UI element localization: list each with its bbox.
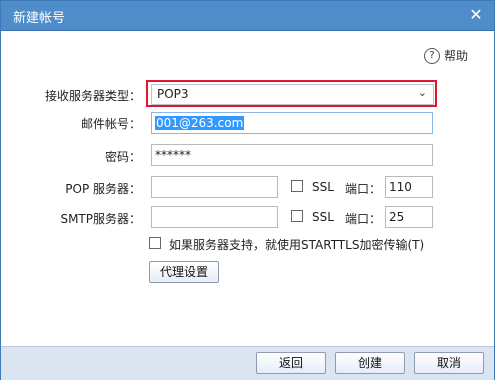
email-field[interactable]: 001@263.com	[151, 112, 433, 134]
footer-bar: 返回 创建 取消	[1, 346, 494, 380]
email-value: 001@263.com	[155, 116, 245, 130]
server-type-select[interactable]: POP3 ⌄	[151, 84, 434, 105]
starttls-label: 如果服务器支持，就使用STARTTLS加密传输(T)	[169, 238, 425, 252]
chevron-down-icon[interactable]: ⌄	[418, 86, 427, 99]
smtp-server-label: SMTP服务器：	[60, 212, 141, 226]
title-bar[interactable]: 新建帐号 ✕	[1, 1, 494, 31]
smtp-port-label: 端口：	[345, 212, 382, 226]
proxy-settings-button[interactable]: 代理设置	[149, 261, 219, 283]
question-circle-icon: ?	[424, 47, 440, 64]
close-icon[interactable]: ✕	[467, 6, 485, 24]
help-label: 帮助	[444, 49, 469, 63]
starttls-checkbox[interactable]	[149, 237, 161, 249]
help-link[interactable]: ? 帮助	[424, 47, 468, 64]
server-type-value: POP3	[157, 87, 189, 101]
smtp-ssl-label: SSL	[312, 210, 334, 224]
pop-port-value: 110	[389, 180, 412, 194]
create-button[interactable]: 创建	[335, 352, 405, 374]
cancel-button[interactable]: 取消	[414, 352, 484, 374]
password-label: 密码：	[104, 150, 141, 164]
smtp-port-value: 25	[389, 210, 405, 224]
window-title: 新建帐号	[13, 11, 66, 26]
pop-port-field[interactable]: 110	[385, 176, 433, 198]
pop-server-label: POP 服务器：	[65, 182, 141, 196]
back-button[interactable]: 返回	[256, 352, 326, 374]
pop-port-label: 端口：	[345, 182, 382, 196]
smtp-port-field[interactable]: 25	[385, 206, 433, 228]
email-label: 邮件帐号：	[80, 117, 141, 131]
server-type-highlight: POP3 ⌄	[146, 80, 437, 107]
server-type-label: 接收服务器类型：	[44, 89, 141, 103]
pop-ssl-checkbox[interactable]	[291, 180, 303, 192]
new-account-dialog: 新建帐号 ✕ ? 帮助 接收服务器类型： POP3 ⌄ 邮件帐号： 001@26…	[0, 0, 495, 380]
password-field[interactable]: ******	[151, 144, 433, 166]
pop-server-field[interactable]	[151, 176, 278, 198]
smtp-server-field[interactable]	[151, 206, 278, 228]
pop-ssl-label: SSL	[312, 180, 334, 194]
smtp-ssl-checkbox[interactable]	[291, 210, 303, 222]
password-value: ******	[155, 148, 191, 162]
